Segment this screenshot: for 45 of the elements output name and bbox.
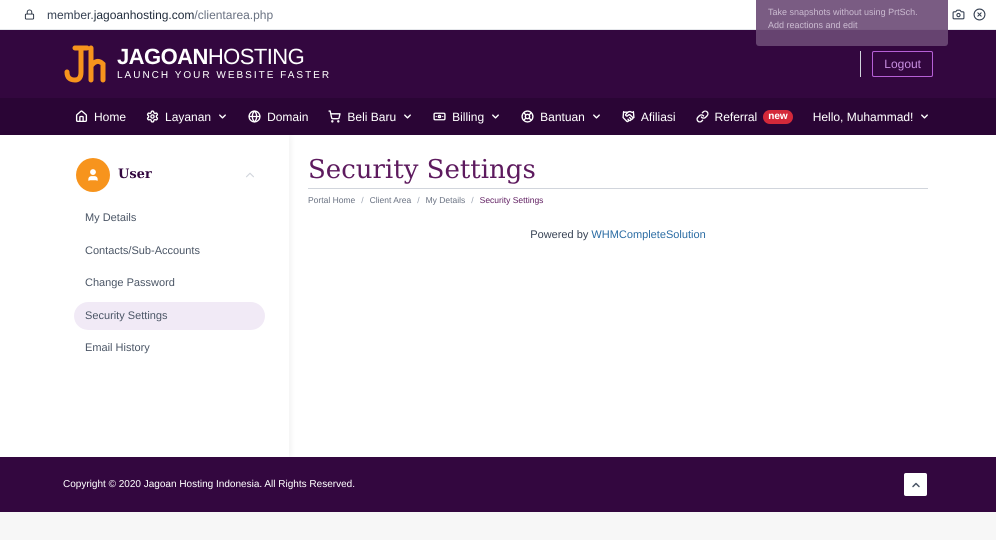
sidebar-item[interactable]: Contacts/Sub-Accounts — [74, 237, 265, 265]
sidebar-item[interactable]: My Details — [74, 204, 265, 232]
copyright-text: Copyright © 2020 Jagoan Hosting Indonesia. All Rights Reserved. — [63, 478, 355, 492]
scroll-top-button[interactable] — [904, 473, 927, 496]
url-text[interactable]: member.jagoanhosting.com/clientarea.php — [47, 6, 274, 24]
lock-icon — [24, 9, 35, 20]
breadcrumb-link[interactable]: Client Area — [370, 194, 412, 207]
nav-link[interactable]: Layanan — [165, 108, 212, 126]
banknote-icon — [433, 110, 446, 123]
camera-icon[interactable] — [952, 8, 965, 21]
sidebar-title: User — [118, 166, 152, 184]
gears-icon — [146, 110, 160, 123]
nav-link[interactable]: Beli Baru — [347, 108, 396, 126]
popup-text: Add reactions and edit — [768, 21, 859, 30]
home-icon — [75, 110, 88, 123]
nav-link[interactable]: Domain — [267, 108, 308, 126]
breadcrumb-link[interactable]: My Details — [426, 194, 466, 207]
sidebar-item[interactable]: Security Settings — [74, 302, 265, 330]
nav-link[interactable]: Bantuan — [540, 108, 585, 126]
logo-text: JAGOANHOSTING — [117, 45, 306, 69]
close-icon[interactable] — [973, 8, 986, 21]
nav-link[interactable]: Hello, Muhammad! — [812, 108, 914, 126]
nav-link[interactable]: Home — [94, 108, 126, 126]
whmcs-link[interactable]: WHMCompleteSolution — [591, 228, 706, 241]
logout-button[interactable]: Logout — [872, 51, 933, 77]
lifebuoy-icon — [521, 110, 534, 123]
nav-link[interactable]: Billing — [452, 108, 484, 126]
breadcrumb-link[interactable]: Portal Home — [308, 194, 356, 207]
sidebar-item[interactable]: Change Password — [74, 270, 265, 298]
new-badge: new — [763, 110, 793, 124]
globe-icon — [248, 110, 262, 123]
tagline: LAUNCH YOUR WEBSITE FASTER — [117, 69, 332, 83]
popup-text: Take snapshots without using PrtSch. — [768, 8, 919, 17]
nav-link[interactable]: Afiliasi — [640, 108, 676, 126]
sidebar-item[interactable]: Email History — [74, 334, 265, 362]
breadcrumb-separator: / — [471, 194, 474, 207]
powered-by-text: Powered by WHMCompleteSolution — [529, 228, 707, 243]
cart-icon — [328, 110, 342, 123]
user-avatar-icon — [76, 158, 110, 192]
breadcrumb-separator: / — [361, 194, 364, 207]
handshake-icon — [622, 110, 635, 123]
nav-link[interactable]: Referral — [714, 108, 758, 126]
link-icon — [696, 110, 709, 123]
breadcrumb-separator: / — [417, 194, 420, 207]
page-title: Security Settings — [308, 153, 928, 189]
